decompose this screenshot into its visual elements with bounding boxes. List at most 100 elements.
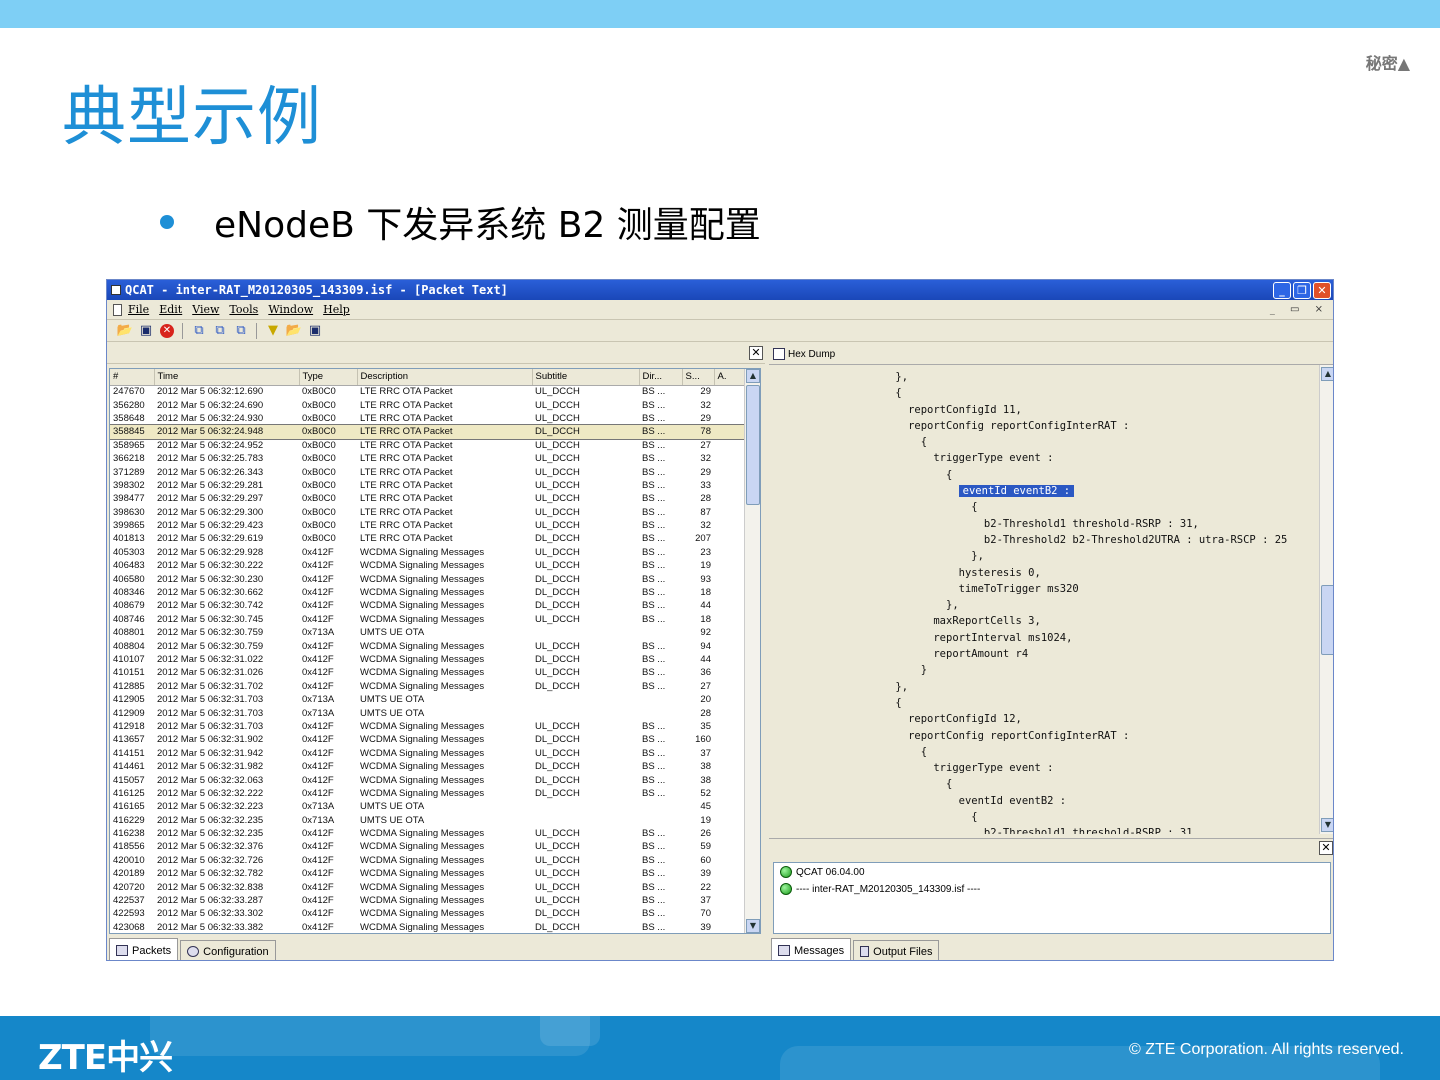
table-row[interactable]: 366218 2012 Mar 5 06:32:25.783 0xB0C0 LTE R…	[110, 452, 744, 465]
cell-size: 36	[700, 667, 711, 679]
tab-messages[interactable]: Messages	[771, 938, 852, 960]
table-row[interactable]: 414461 2012 Mar 5 06:32:31.982 0x412F WCDMA…	[110, 760, 744, 773]
scroll-down-arrow[interactable]: ▼	[746, 919, 760, 933]
hex-dump-label: Hex Dump	[788, 348, 836, 360]
packet-list-scrollbar[interactable]: ▲ ▼	[744, 369, 760, 933]
scroll-thumb[interactable]	[1321, 585, 1333, 655]
table-row[interactable]: 358965 2012 Mar 5 06:32:24.952 0xB0C0 LTE R…	[110, 439, 744, 452]
hex-dump-toggle[interactable]: Hex Dump	[769, 344, 1333, 364]
table-row[interactable]: 423068 2012 Mar 5 06:32:33.382 0x412F WCDMA…	[110, 921, 744, 933]
cell-number: 422593	[113, 908, 145, 920]
window-titlebar[interactable]: QCAT - inter-RAT_M20120305_143309.isf - …	[107, 280, 1333, 300]
table-row[interactable]: 410151 2012 Mar 5 06:32:31.026 0x412F WCDMA…	[110, 666, 744, 679]
mdi-window-buttons[interactable]: _ ▭ ×	[1270, 304, 1329, 315]
table-row[interactable]: 371289 2012 Mar 5 06:32:26.343 0xB0C0 LTE R…	[110, 465, 744, 478]
packet-pane-close-button[interactable]: ✕	[749, 346, 763, 360]
filter-packet-icon[interactable]: ⧉	[212, 323, 228, 339]
table-row[interactable]: 416238 2012 Mar 5 06:32:32.235 0x412F WCDMA…	[110, 827, 744, 840]
menu-window[interactable]: Window	[268, 303, 313, 316]
table-row[interactable]: 405303 2012 Mar 5 06:32:29.928 0x412F WCDMA…	[110, 546, 744, 559]
table-row[interactable]: 356280 2012 Mar 5 06:32:24.690 0xB0C0 LTE R…	[110, 398, 744, 411]
table-row[interactable]: 406483 2012 Mar 5 06:32:30.222 0x412F WCDMA…	[110, 559, 744, 572]
open-folder-icon[interactable]: 📂	[117, 323, 133, 339]
table-row[interactable]: 408346 2012 Mar 5 06:32:30.662 0x412F WCDMA…	[110, 586, 744, 599]
highlighted-text[interactable]: eventId eventB2 :	[958, 485, 1075, 498]
table-row[interactable]: 247670 2012 Mar 5 06:32:12.690 0xB0C0 LTE R…	[110, 385, 744, 398]
table-row[interactable]: 358845 2012 Mar 5 06:32:24.948 0xB0C0 LTE R…	[110, 424, 745, 440]
table-row[interactable]: 412885 2012 Mar 5 06:32:31.702 0x412F WCDMA…	[110, 680, 744, 693]
scroll-down-arrow[interactable]: ▼	[1321, 818, 1333, 832]
filter-packet-icon[interactable]: ⧉	[191, 323, 207, 339]
table-row[interactable]: 408746 2012 Mar 5 06:32:30.745 0x412F WCDMA…	[110, 613, 744, 626]
col-header-direction[interactable]: Dir...	[639, 369, 683, 386]
table-row[interactable]: 422593 2012 Mar 5 06:32:33.302 0x412F WCDMA…	[110, 907, 744, 920]
filter-funnel-icon[interactable]: ▼	[265, 323, 281, 339]
scroll-up-arrow[interactable]: ▲	[1321, 367, 1333, 381]
save-icon[interactable]: ▣	[138, 323, 154, 339]
cell-size: 44	[700, 654, 711, 665]
minimize-button[interactable]: _	[1273, 281, 1291, 299]
col-header-subtitle[interactable]: Subtitle	[532, 369, 640, 386]
restore-button[interactable]: ❐	[1293, 281, 1311, 299]
table-row[interactable]: 420189 2012 Mar 5 06:32:32.782 0x412F WCDMA…	[110, 867, 744, 880]
tab-packets[interactable]: Packets	[109, 938, 179, 960]
hex-dump-checkbox[interactable]	[773, 348, 785, 360]
tab-configuration[interactable]: Configuration	[180, 940, 276, 960]
table-row[interactable]: 412909 2012 Mar 5 06:32:31.703 0x713A UMTS …	[110, 706, 744, 719]
table-row[interactable]: 412905 2012 Mar 5 06:32:31.703 0x713A UMTS …	[110, 693, 744, 706]
open-folder-icon[interactable]: 📂	[286, 323, 302, 339]
table-row[interactable]: 418556 2012 Mar 5 06:32:32.376 0x412F WCDMA…	[110, 840, 744, 853]
table-row[interactable]: 412918 2012 Mar 5 06:32:31.703 0x412F WCDMA…	[110, 720, 744, 733]
table-row[interactable]: 422537 2012 Mar 5 06:32:33.287 0x412F WCDMA…	[110, 894, 744, 907]
table-row[interactable]: 401813 2012 Mar 5 06:32:29.619 0xB0C0 LTE R…	[110, 532, 744, 545]
close-button[interactable]: ✕	[1313, 281, 1331, 299]
table-row[interactable]: 408679 2012 Mar 5 06:32:30.742 0x412F WCDMA…	[110, 599, 744, 612]
menu-tools[interactable]: Tools	[229, 303, 258, 316]
cell-number: 416125	[113, 787, 145, 799]
table-row[interactable]: 416125 2012 Mar 5 06:32:32.222 0x412F WCDMA…	[110, 787, 744, 800]
table-row[interactable]: 414151 2012 Mar 5 06:32:31.942 0x412F WCDMA…	[110, 747, 744, 760]
cell-time: 2012 Mar 5 06:32:32.782	[157, 868, 264, 880]
table-row[interactable]: 420720 2012 Mar 5 06:32:32.838 0x412F WCDMA…	[110, 880, 744, 893]
menu-edit[interactable]: Edit	[159, 303, 182, 316]
cell-time: 2012 Mar 5 06:32:26.343	[157, 466, 264, 478]
tab-output-files[interactable]: Output Files	[853, 940, 940, 960]
col-header-type[interactable]: Type	[299, 369, 358, 386]
col-header-size[interactable]: S...	[682, 369, 715, 386]
filter-packet-icon[interactable]: ⧉	[233, 323, 249, 339]
cell-subtitle: UL_DCCH	[535, 560, 580, 572]
messages-pane-close-button[interactable]: ✕	[1319, 841, 1333, 855]
cell-direction: BS ...	[642, 787, 666, 799]
table-row[interactable]: 416229 2012 Mar 5 06:32:32.235 0x713A UMTS …	[110, 814, 744, 827]
menu-view[interactable]: View	[192, 303, 219, 316]
table-row[interactable]: 398302 2012 Mar 5 06:32:29.281 0xB0C0 LTE R…	[110, 479, 744, 492]
scroll-thumb[interactable]	[746, 385, 760, 505]
table-row[interactable]: 408804 2012 Mar 5 06:32:30.759 0x412F WCDMA…	[110, 639, 744, 652]
menu-file[interactable]: File	[128, 303, 149, 316]
table-row[interactable]: 406580 2012 Mar 5 06:32:30.230 0x412F WCDMA…	[110, 572, 744, 585]
menu-help[interactable]: Help	[323, 303, 350, 316]
col-header-number[interactable]: #	[110, 369, 155, 386]
table-row[interactable]: 398630 2012 Mar 5 06:32:29.300 0xB0C0 LTE R…	[110, 506, 744, 519]
packet-text-view[interactable]: }, { reportConfigId 11, reportConfig rep…	[769, 364, 1333, 834]
table-row[interactable]: 408801 2012 Mar 5 06:32:30.759 0x713A UMTS …	[110, 626, 744, 639]
cell-time: 2012 Mar 5 06:32:32.235	[157, 828, 264, 840]
table-row[interactable]: 399865 2012 Mar 5 06:32:29.423 0xB0C0 LTE R…	[110, 519, 744, 532]
scroll-up-arrow[interactable]: ▲	[746, 369, 760, 383]
table-row[interactable]: 415057 2012 Mar 5 06:32:32.063 0x412F WCDMA…	[110, 773, 744, 786]
col-header-a[interactable]: A.	[714, 369, 745, 386]
col-header-time[interactable]: Time	[154, 369, 300, 386]
packet-text-line: {	[769, 811, 978, 824]
table-row[interactable]: 413657 2012 Mar 5 06:32:31.902 0x412F WCDMA…	[110, 733, 744, 746]
save-icon[interactable]: ▣	[307, 323, 323, 339]
cell-type: 0x412F	[302, 908, 334, 920]
table-row[interactable]: 420010 2012 Mar 5 06:32:32.726 0x412F WCDMA…	[110, 854, 744, 867]
table-row[interactable]: 410107 2012 Mar 5 06:32:31.022 0x412F WCDMA…	[110, 653, 744, 666]
packet-text-line: reportAmount r4	[769, 648, 1029, 661]
packet-text-scrollbar[interactable]: ▲ ▼	[1319, 365, 1333, 834]
table-row[interactable]: 358648 2012 Mar 5 06:32:24.930 0xB0C0 LTE R…	[110, 412, 744, 425]
stop-icon[interactable]: ✕	[159, 323, 175, 339]
table-row[interactable]: 398477 2012 Mar 5 06:32:29.297 0xB0C0 LTE R…	[110, 492, 744, 505]
col-header-description[interactable]: Description	[357, 369, 533, 386]
table-row[interactable]: 416165 2012 Mar 5 06:32:32.223 0x713A UMTS …	[110, 800, 744, 813]
